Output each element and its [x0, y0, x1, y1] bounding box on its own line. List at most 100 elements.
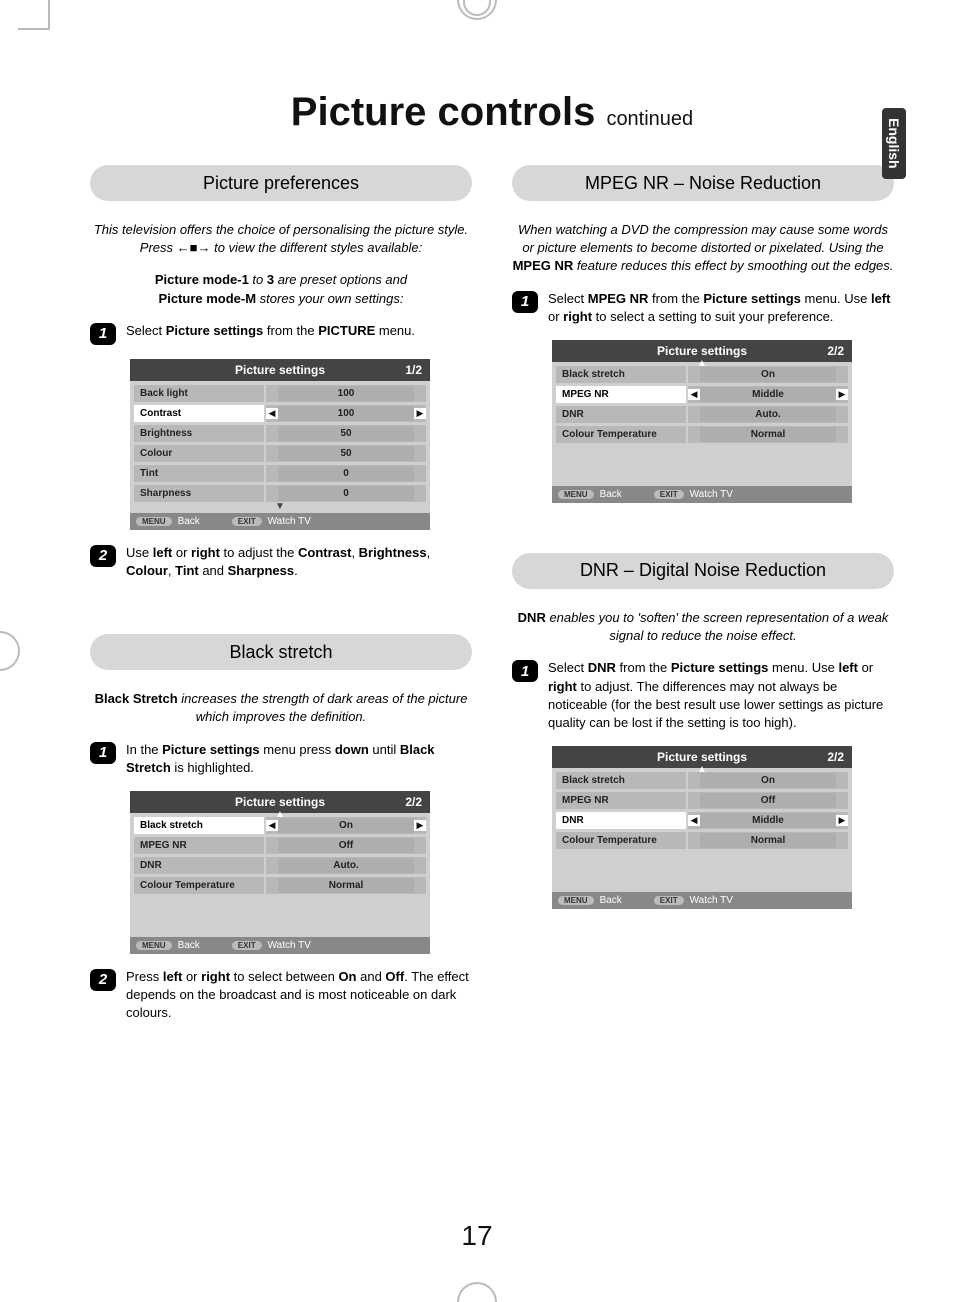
osd-row-value: Off	[278, 838, 414, 853]
osd-row-value: 100	[278, 386, 414, 401]
osd-row: MPEG NR◀Middle▶	[556, 386, 848, 403]
arrow-right-icon: ▶	[414, 408, 426, 419]
intro-text: DNR enables you to 'soften' the screen r…	[512, 609, 894, 645]
step-number-icon: 2	[90, 545, 116, 567]
osd-watch-tv: Watch TV	[268, 516, 311, 527]
intro-text: Picture mode-1 to 3 are preset options a…	[90, 271, 472, 307]
step-1: 1 Select DNR from the Picture settings m…	[512, 659, 894, 732]
osd-page: 2/2	[827, 344, 844, 358]
osd-row: Black stretch◀On▶	[134, 817, 426, 834]
section-picture-preferences: Picture preferences	[90, 165, 472, 201]
osd-row-value: Normal	[700, 833, 836, 848]
step-number-icon: 1	[90, 323, 116, 345]
page-title: Picture controls continued	[80, 90, 904, 135]
osd-row-value: 100	[278, 406, 414, 421]
osd-row-label: DNR	[556, 812, 686, 829]
osd-row-value: 0	[278, 486, 414, 501]
osd-row-label: Colour Temperature	[556, 426, 686, 443]
osd-watch-tv: Watch TV	[690, 895, 733, 906]
osd-row-label: Colour	[134, 445, 264, 462]
language-tab: English	[882, 108, 906, 179]
step-1: 1 In the Picture settings menu press dow…	[90, 741, 472, 777]
osd-picture-settings-1: Picture settings 1/2 Back light◀100▶Cont…	[130, 359, 430, 530]
arrow-right-icon: ▶	[836, 389, 848, 400]
page-title-sub: continued	[606, 108, 693, 130]
osd-row-value-wrap: ◀Normal▶	[688, 426, 848, 443]
osd-page: 2/2	[827, 750, 844, 764]
osd-row-value-wrap: ◀0▶	[266, 465, 426, 482]
osd-row: Colour Temperature◀Normal▶	[556, 426, 848, 443]
osd-row-value: 50	[278, 426, 414, 441]
osd-row: Back light◀100▶	[134, 385, 426, 402]
step-text: Use left or right to adjust the Contrast…	[126, 544, 472, 580]
osd-row-value-wrap: ◀Off▶	[266, 837, 426, 854]
osd-title: Picture settings 2/2 ▲	[552, 340, 852, 362]
osd-footer: MENU Back EXIT Watch TV	[130, 513, 430, 530]
osd-row-value: Middle	[700, 387, 836, 402]
section-mpeg-nr: MPEG NR – Noise Reduction	[512, 165, 894, 201]
osd-row: Colour◀50▶	[134, 445, 426, 462]
osd-picture-settings-3: Picture settings 2/2 ▲ Black stretch◀On▶…	[552, 340, 852, 503]
osd-row-value: Middle	[700, 813, 836, 828]
osd-row-label: Colour Temperature	[134, 877, 264, 894]
menu-button-icon: MENU	[558, 490, 594, 499]
osd-row-value: Auto.	[278, 858, 414, 873]
osd-row-label: Colour Temperature	[556, 832, 686, 849]
osd-row-value-wrap: ◀On▶	[266, 817, 426, 834]
osd-back: Back	[178, 516, 200, 527]
crop-mark	[457, 1282, 497, 1302]
step-text: Select Picture settings from the PICTURE…	[126, 322, 415, 340]
osd-row-value-wrap: ◀Middle▶	[688, 386, 848, 403]
intro-text: This television offers the choice of per…	[90, 221, 472, 257]
osd-row: MPEG NR◀Off▶	[134, 837, 426, 854]
osd-row-label: Sharpness	[134, 485, 264, 502]
osd-row-label: MPEG NR	[556, 792, 686, 809]
osd-row-value-wrap: ◀100▶	[266, 405, 426, 422]
osd-footer: MENU Back EXIT Watch TV	[552, 486, 852, 503]
osd-row: DNR◀Auto.▶	[134, 857, 426, 874]
osd-row-value: On	[700, 367, 836, 382]
step-text: Select DNR from the Picture settings men…	[548, 659, 894, 732]
crop-mark	[48, 0, 50, 30]
osd-row-label: Black stretch	[556, 366, 686, 383]
arrow-down-icon: ▼	[134, 503, 426, 511]
osd-row-value-wrap: ◀On▶	[688, 366, 848, 383]
osd-watch-tv: Watch TV	[690, 489, 733, 500]
osd-row-value-wrap: ◀Off▶	[688, 792, 848, 809]
step-text: Select MPEG NR from the Picture settings…	[548, 290, 894, 326]
step-number-icon: 1	[512, 291, 538, 313]
osd-picture-settings-4: Picture settings 2/2 ▲ Black stretch◀On▶…	[552, 746, 852, 909]
osd-page: 2/2	[405, 795, 422, 809]
osd-row-label: Black stretch	[134, 817, 264, 834]
osd-row: Black stretch◀On▶	[556, 366, 848, 383]
osd-row: MPEG NR◀Off▶	[556, 792, 848, 809]
page-number: 17	[461, 1220, 492, 1252]
osd-row: Colour Temperature◀Normal▶	[134, 877, 426, 894]
intro-text: When watching a DVD the compression may …	[512, 221, 894, 276]
osd-row-value-wrap: ◀Auto.▶	[266, 857, 426, 874]
osd-row-value-wrap: ◀Normal▶	[688, 832, 848, 849]
osd-row-label: Brightness	[134, 425, 264, 442]
exit-button-icon: EXIT	[232, 941, 262, 950]
osd-row-value: 50	[278, 446, 414, 461]
exit-button-icon: EXIT	[654, 490, 684, 499]
osd-row-value: On	[700, 773, 836, 788]
exit-button-icon: EXIT	[232, 517, 262, 526]
osd-row-label: Tint	[134, 465, 264, 482]
osd-row: Brightness◀50▶	[134, 425, 426, 442]
osd-row-label: DNR	[134, 857, 264, 874]
step-1: 1 Select MPEG NR from the Picture settin…	[512, 290, 894, 326]
osd-row: DNR◀Auto.▶	[556, 406, 848, 423]
osd-row-label: MPEG NR	[556, 386, 686, 403]
step-text: Press left or right to select between On…	[126, 968, 472, 1023]
osd-back: Back	[178, 940, 200, 951]
osd-row: Contrast◀100▶	[134, 405, 426, 422]
osd-row-label: DNR	[556, 406, 686, 423]
osd-row: DNR◀Middle▶	[556, 812, 848, 829]
osd-row-value-wrap: ◀Normal▶	[266, 877, 426, 894]
osd-footer: MENU Back EXIT Watch TV	[130, 937, 430, 954]
step-number-icon: 2	[90, 969, 116, 991]
osd-row-label: Contrast	[134, 405, 264, 422]
osd-row-value-wrap: ◀Auto.▶	[688, 406, 848, 423]
osd-title: Picture settings 2/2 ▲	[130, 791, 430, 813]
